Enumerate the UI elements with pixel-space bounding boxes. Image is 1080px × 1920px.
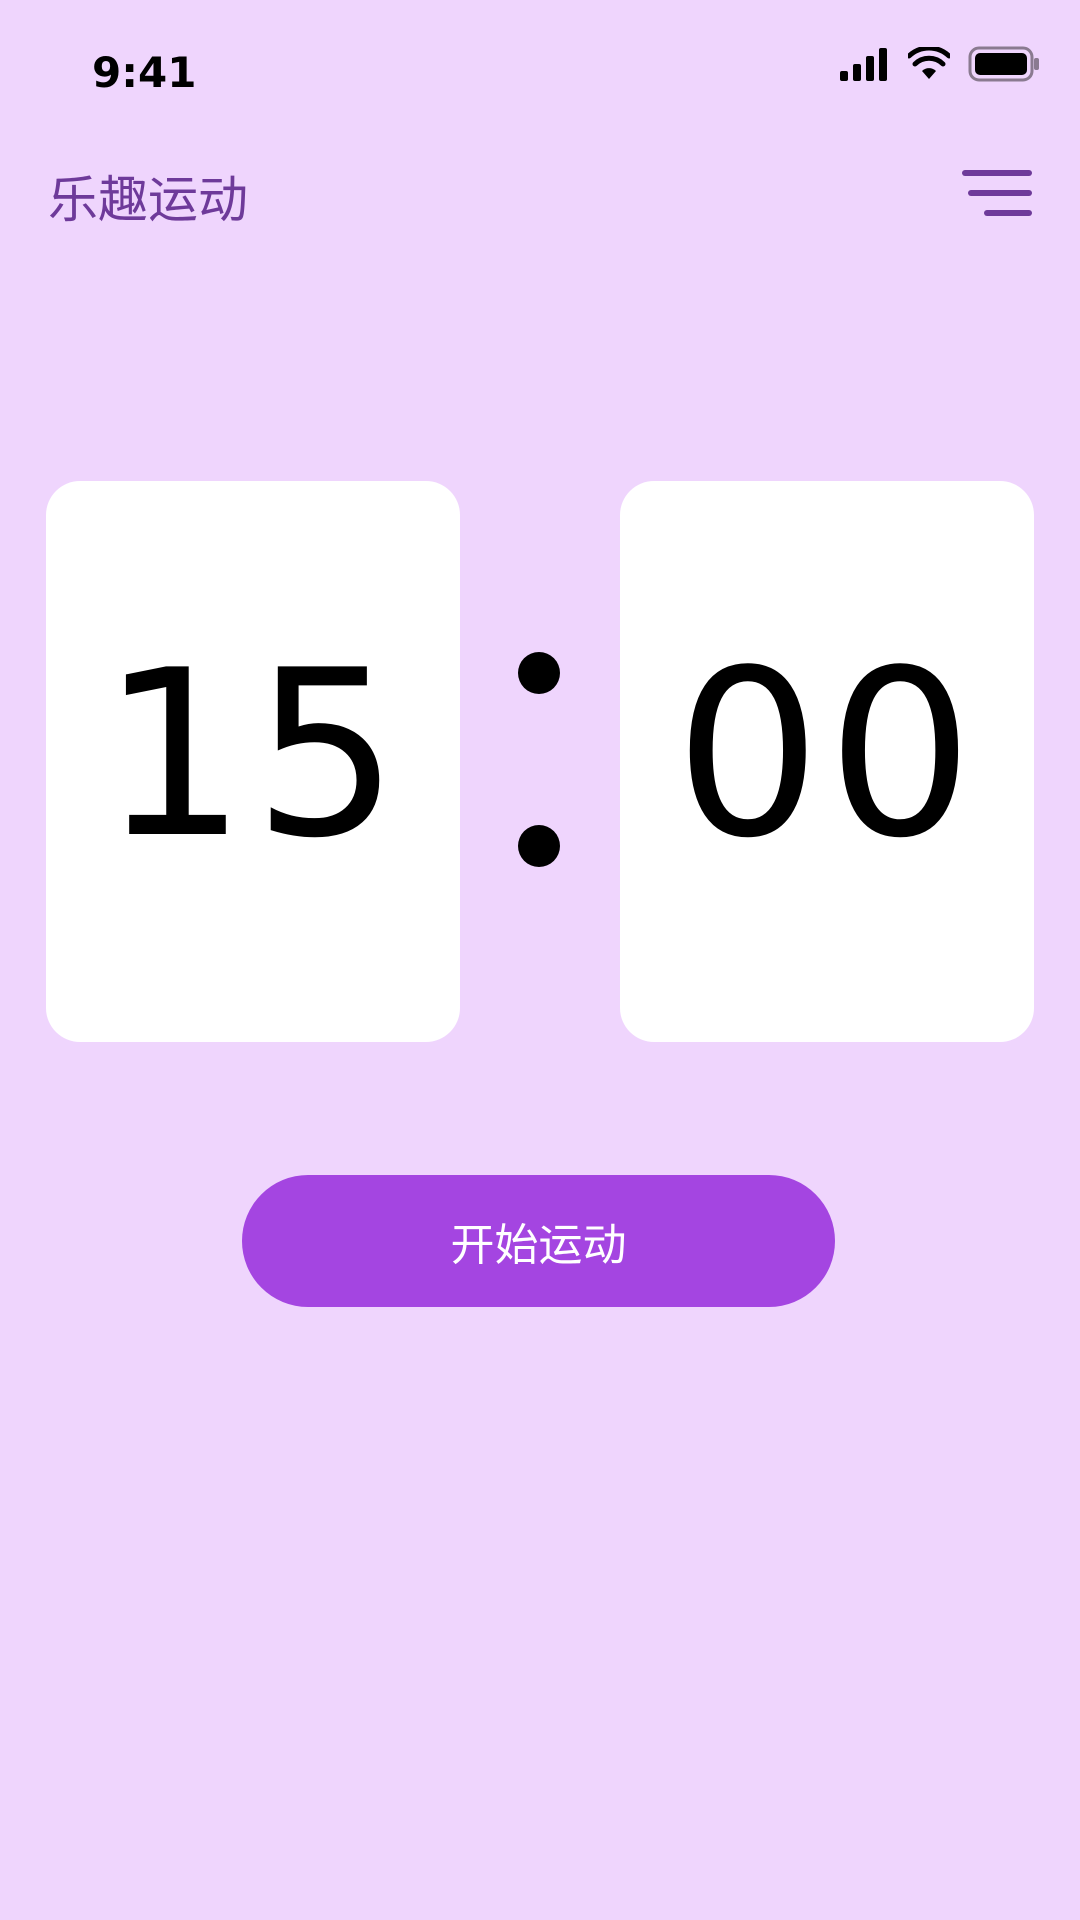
- start-exercise-button[interactable]: 开始运动: [242, 1175, 835, 1307]
- minutes-value: 15: [100, 621, 406, 889]
- status-time: 9:41: [92, 48, 197, 97]
- menu-icon: [962, 168, 1032, 220]
- status-icons: [840, 44, 1040, 84]
- colon-dot-bottom: [518, 825, 560, 867]
- wifi-icon: [908, 47, 950, 81]
- battery-icon: [968, 46, 1040, 82]
- seconds-card[interactable]: 00: [620, 481, 1034, 1042]
- app-title: 乐趣运动: [48, 171, 248, 229]
- colon-dot-top: [518, 652, 560, 694]
- menu-button[interactable]: [962, 168, 1032, 220]
- seconds-value: 00: [674, 621, 980, 889]
- minutes-card[interactable]: 15: [46, 481, 460, 1042]
- signal-icon: [840, 47, 890, 81]
